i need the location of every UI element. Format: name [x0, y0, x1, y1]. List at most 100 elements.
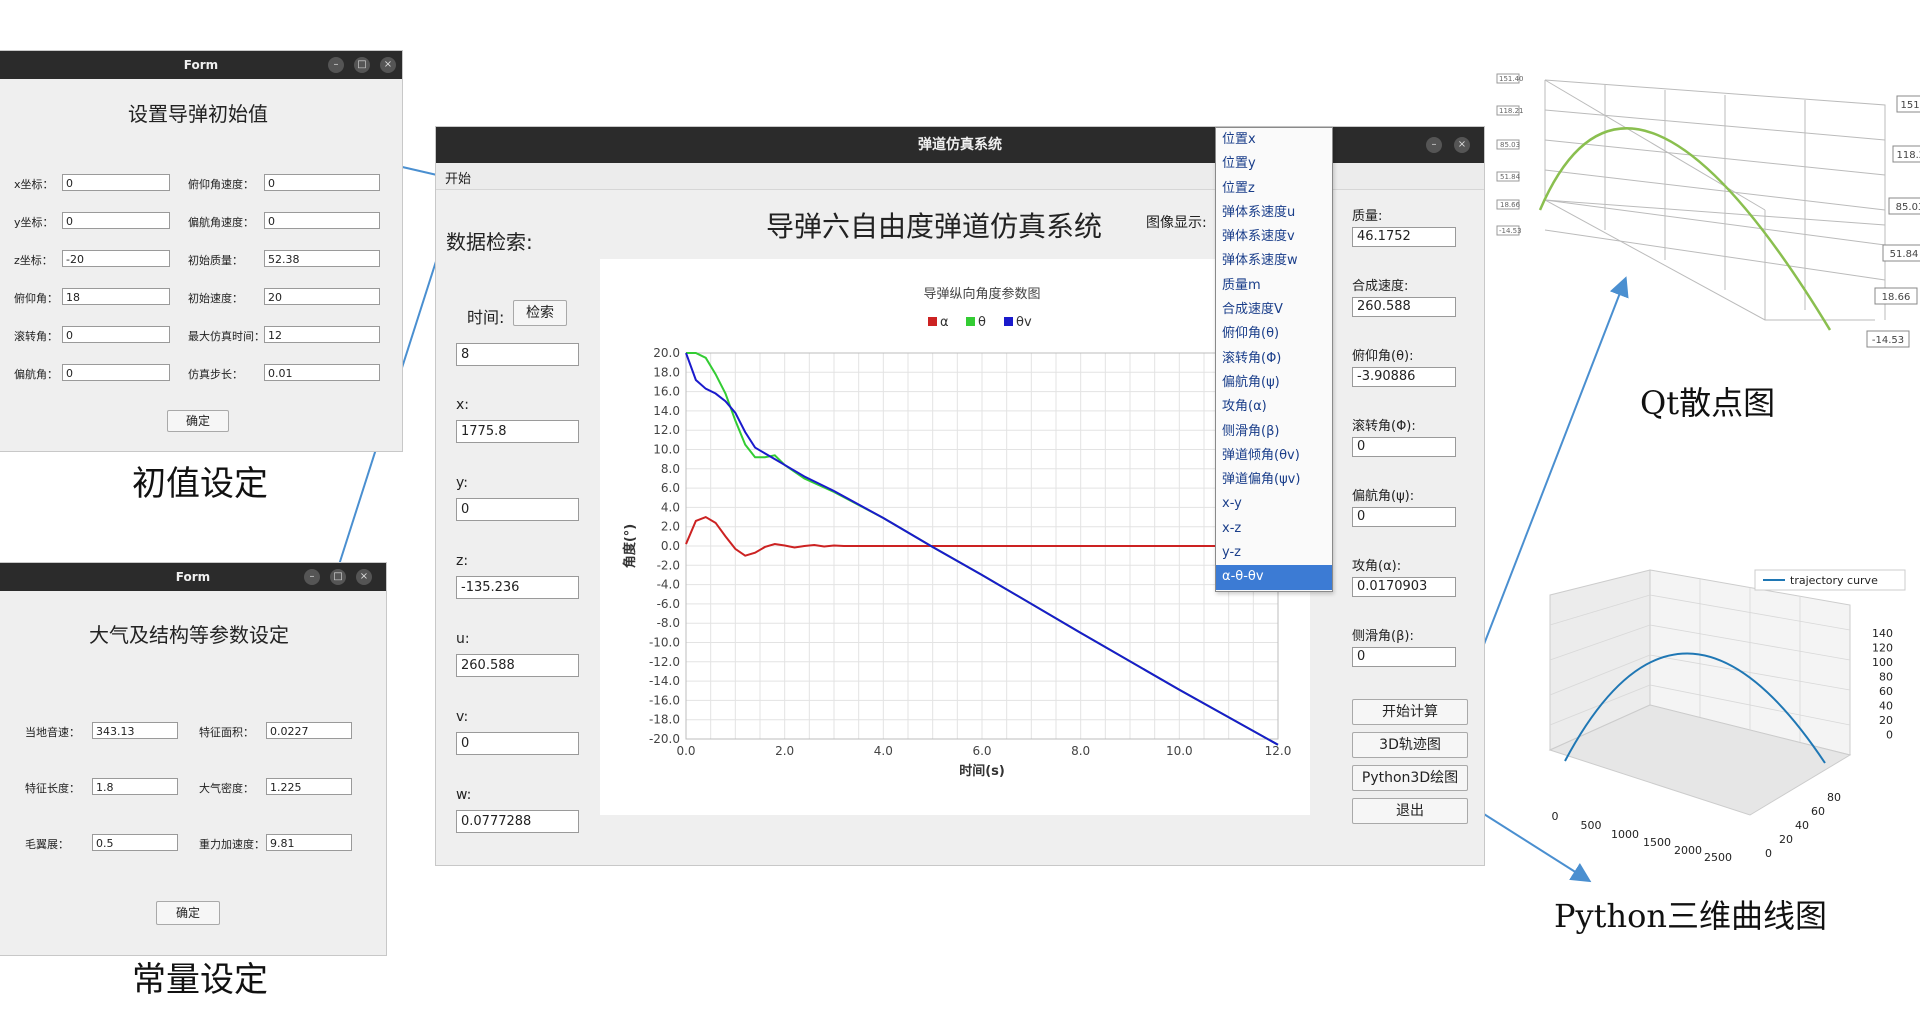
field-value-5[interactable]: 0.0777288 — [456, 810, 579, 833]
form-input[interactable]: 0 — [62, 212, 170, 229]
init-values-window: Form – □ × 设置导弹初始值 x坐标： 0 俯仰角速度： 0 y坐标： 0… — [0, 51, 402, 451]
constants-ok-button[interactable]: 确定 — [156, 901, 220, 925]
form-input[interactable]: 9.81 — [266, 834, 352, 851]
dropdown-item[interactable]: 弹道偏角(ψv) — [1216, 468, 1332, 492]
field-value-2[interactable]: -135.236 — [456, 576, 579, 599]
form-input[interactable]: 0 — [264, 212, 380, 229]
dropdown-item[interactable]: 位置y — [1216, 152, 1332, 176]
dropdown-item[interactable]: α-θ-θv — [1216, 565, 1332, 590]
right-field-value-4[interactable]: 0 — [1352, 507, 1456, 527]
dropdown-item[interactable]: 位置x — [1216, 128, 1332, 152]
constants-window-titlebar: Form — [0, 563, 386, 591]
close-icon[interactable]: × — [380, 57, 396, 73]
dropdown-item[interactable]: 弹体系速度u — [1216, 201, 1332, 225]
form-label: 偏航角： — [14, 368, 58, 381]
field-label-4: v: — [456, 709, 469, 725]
close-icon[interactable]: × — [1454, 137, 1470, 153]
search-button[interactable]: 检索 — [513, 300, 567, 326]
dropdown-item[interactable]: 侧滑角(β) — [1216, 420, 1332, 444]
time-input[interactable]: 8 — [456, 343, 579, 366]
x-tick-label: 2.0 — [775, 744, 794, 758]
dropdown-item[interactable]: 弹道倾角(θv) — [1216, 444, 1332, 468]
form-input[interactable]: 1.225 — [266, 778, 352, 795]
dropdown-item[interactable]: 攻角(α) — [1216, 395, 1332, 419]
right-field-value-0[interactable]: 46.1752 — [1352, 227, 1456, 247]
field-value-4[interactable]: 0 — [456, 732, 579, 755]
form-label: 俯仰角： — [14, 292, 58, 305]
exit-button[interactable]: 退出 — [1352, 798, 1468, 824]
form-input[interactable]: 0.0227 — [266, 722, 352, 739]
form-label: 特征面积： — [199, 726, 254, 739]
x-tick-label: 0.0 — [676, 744, 695, 758]
form-input[interactable]: 18 — [62, 288, 170, 305]
form-input[interactable]: 343.13 — [92, 722, 178, 739]
python-3d-plot-button[interactable]: Python3D绘图 — [1352, 765, 1468, 791]
form-input[interactable]: 12 — [264, 326, 380, 343]
qt-scatter-grid — [1544, 79, 1886, 321]
dropdown-item[interactable]: 滚转角(Φ) — [1216, 347, 1332, 371]
python-plot-caption: Python三维曲线图 — [1554, 897, 1827, 935]
dropdown-item[interactable]: 位置z — [1216, 177, 1332, 201]
right-field-value-2[interactable]: -3.90886 — [1352, 367, 1456, 387]
x-tick-label: 6.0 — [972, 744, 991, 758]
form-label: z坐标： — [14, 254, 53, 267]
maximize-icon[interactable]: □ — [354, 57, 370, 73]
right-field-value-1[interactable]: 260.588 — [1352, 297, 1456, 317]
legend-label: θ — [978, 315, 986, 330]
right-field-value-3[interactable]: 0 — [1352, 437, 1456, 457]
main-window: 弹道仿真系统 – × 开始 导弹六自由度弹道仿真系统 图像显示: 数据检索: 时… — [436, 127, 1484, 865]
minimize-icon[interactable]: – — [1426, 137, 1442, 153]
x-tick-label: 10.0 — [1166, 744, 1193, 758]
form-input[interactable]: 0 — [62, 364, 170, 381]
svg-text:-14.53: -14.53 — [1499, 227, 1522, 235]
dropdown-item[interactable]: x-y — [1216, 492, 1332, 516]
form-input[interactable]: 1.8 — [92, 778, 178, 795]
y-tick-label: 4.0 — [661, 500, 680, 514]
svg-text:51.84: 51.84 — [1500, 173, 1521, 181]
legend-label: θv — [1016, 315, 1032, 330]
form-input[interactable]: 0 — [264, 174, 380, 191]
dropdown-item[interactable]: x-z — [1216, 517, 1332, 541]
close-icon[interactable]: × — [356, 569, 372, 585]
qt-tick-label: 18.66 — [1882, 292, 1911, 303]
form-input[interactable]: 0.5 — [92, 834, 178, 851]
qt-tick-label: 151.40 — [1901, 100, 1920, 111]
svg-text:151.40: 151.40 — [1499, 75, 1524, 83]
form-label: 仿真步长： — [188, 368, 243, 381]
init-ok-button[interactable]: 确定 — [167, 410, 229, 432]
dropdown-item[interactable]: 偏航角(ψ) — [1216, 371, 1332, 395]
dropdown-item[interactable]: 质量m — [1216, 274, 1332, 298]
chart-panel: 导弹纵向角度参数图 20.0 18.0 16.0 14.0 12.0 10.0 8.0 6.0 4… — [600, 259, 1310, 815]
menu-start[interactable]: 开始 — [445, 168, 471, 187]
dropdown-item[interactable]: 俯仰角(θ) — [1216, 322, 1332, 346]
form-input[interactable]: 52.38 — [264, 250, 380, 267]
form-input[interactable]: 0 — [62, 174, 170, 191]
right-field-value-5[interactable]: 0.0170903 — [1352, 577, 1456, 597]
maximize-icon[interactable]: □ — [330, 569, 346, 585]
y-tick-label: 12.0 — [653, 423, 680, 437]
init-caption: 初值设定 — [132, 464, 268, 504]
dropdown-item[interactable]: 合成速度V — [1216, 298, 1332, 322]
image-display-dropdown[interactable]: 位置x 位置y 位置z 弹体系速度u 弹体系速度v 弹体系速度w 质量m 合成速度V 俯仰角(θ… — [1215, 127, 1333, 592]
field-value-1[interactable]: 0 — [456, 498, 579, 521]
right-field-label-3: 滚转角(Φ): — [1352, 419, 1416, 434]
3d-trajectory-button[interactable]: 3D轨迹图 — [1352, 732, 1468, 758]
dropdown-item[interactable]: 弹体系速度v — [1216, 225, 1332, 249]
dropdown-item[interactable]: y-z — [1216, 541, 1332, 565]
form-input[interactable]: 0 — [62, 326, 170, 343]
minimize-icon[interactable]: – — [328, 57, 344, 73]
start-calc-button[interactable]: 开始计算 — [1352, 699, 1468, 725]
y-tick-label: 14.0 — [653, 404, 680, 418]
field-value-3[interactable]: 260.588 — [456, 654, 579, 677]
form-input[interactable]: -20 — [62, 250, 170, 267]
form-input[interactable]: 20 — [264, 288, 380, 305]
field-value-0[interactable]: 1775.8 — [456, 420, 579, 443]
svg-text:118.21: 118.21 — [1499, 107, 1524, 115]
form-input[interactable]: 0.01 — [264, 364, 380, 381]
minimize-icon[interactable]: – — [304, 569, 320, 585]
py-tick-label: 2000 — [1674, 844, 1702, 857]
dropdown-item[interactable]: 弹体系速度w — [1216, 249, 1332, 273]
y-tick-label: -2.0 — [657, 558, 680, 572]
py-tick-label: 0 — [1765, 847, 1772, 860]
right-field-value-6[interactable]: 0 — [1352, 647, 1456, 667]
